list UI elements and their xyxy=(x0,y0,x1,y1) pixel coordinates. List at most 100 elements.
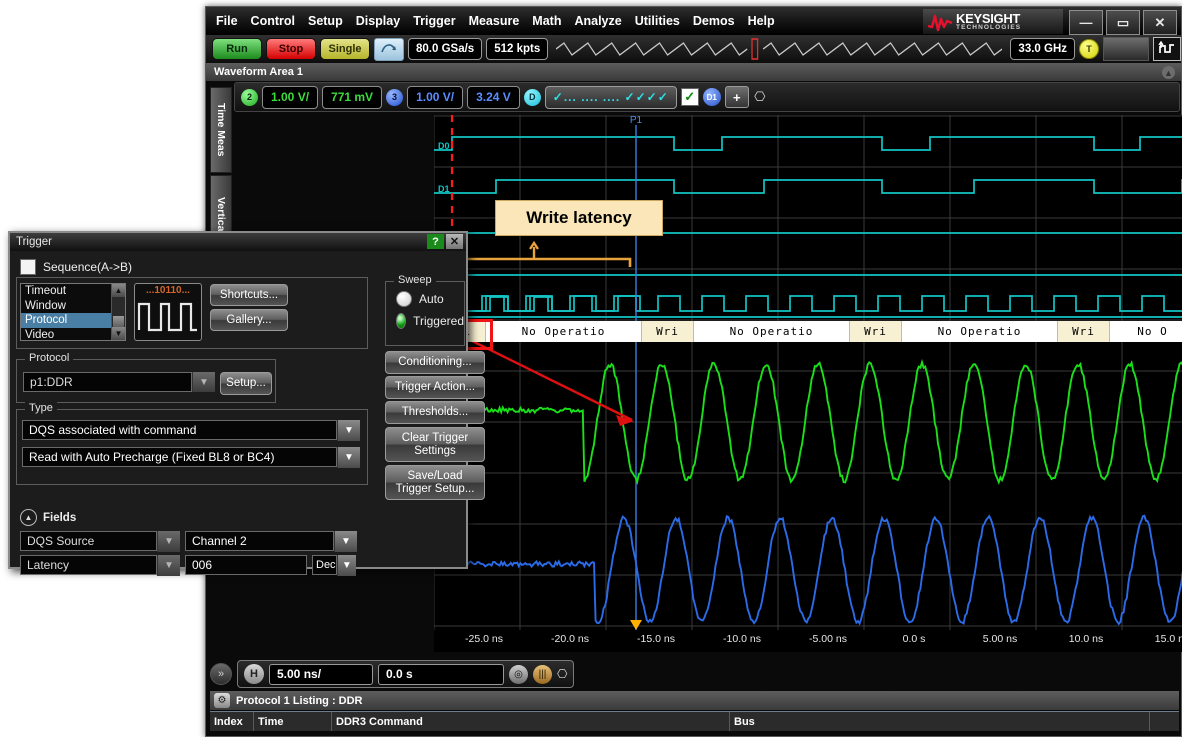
scroll-down-arrow[interactable]: ▼ xyxy=(112,327,125,340)
field-value-input-2[interactable]: 006 xyxy=(185,555,307,576)
chevron-down-icon[interactable]: ▼ xyxy=(192,372,215,392)
zoom-icon[interactable]: ◎ xyxy=(509,665,528,684)
menu-item-file[interactable]: File xyxy=(216,14,238,28)
digital-pattern-field[interactable]: ✓... .... .... ✓✓✓✓ xyxy=(545,86,677,109)
field-value-select-1[interactable]: Channel 2 ▼ xyxy=(185,531,357,552)
segment-icon[interactable]: ||| xyxy=(533,665,552,684)
delay-field[interactable]: 0.0 s xyxy=(378,664,504,685)
add-channel-button[interactable]: + xyxy=(725,86,749,108)
clear-trigger-settings-button[interactable]: Clear Trigger Settings xyxy=(385,427,485,462)
field-name-1[interactable]: DQS Source xyxy=(20,531,157,551)
field-name-select-2[interactable]: Latency ▼ xyxy=(20,555,180,576)
protocol-decode-row[interactable]: WriNo OperatioWriNo OperatioWriNo Operat… xyxy=(434,321,1182,342)
list-item-protocol[interactable]: Protocol xyxy=(21,313,125,328)
field-radix-2[interactable]: Dec xyxy=(312,555,337,575)
gear-icon[interactable]: ⚙ xyxy=(214,693,230,708)
channel-3-indicator[interactable]: 3 xyxy=(386,89,403,106)
radio-triggered[interactable] xyxy=(396,313,406,329)
type-value-1[interactable]: DQS associated with command xyxy=(22,420,337,440)
horizontal-icon[interactable]: H xyxy=(244,664,264,684)
protocol-cell[interactable]: No O xyxy=(1110,321,1182,342)
sample-rate-field[interactable]: 80.0 GSa/s xyxy=(408,38,482,60)
channel-2-scale-field[interactable]: 1.00 V/ xyxy=(262,86,318,109)
trigger-preview[interactable] xyxy=(1103,37,1149,61)
stop-button[interactable]: Stop xyxy=(266,38,316,60)
chevron-down-icon[interactable]: ▼ xyxy=(334,531,357,552)
channel-3-scale-field[interactable]: 1.00 V/ xyxy=(407,86,463,109)
bandwidth-field[interactable]: 33.0 GHz xyxy=(1010,38,1075,60)
chevron-down-icon[interactable]: ▼ xyxy=(337,555,356,576)
protocol-setup-button[interactable]: Setup... xyxy=(220,372,272,395)
digital-bus-d1-indicator[interactable]: D1 xyxy=(703,88,721,106)
protocol-cell[interactable]: No Operatio xyxy=(486,321,642,342)
list-item-timeout[interactable]: Timeout xyxy=(21,284,125,299)
dialog-close-button[interactable]: ✕ xyxy=(446,234,463,249)
chevron-down-icon[interactable]: ▼ xyxy=(157,531,180,552)
menu-item-math[interactable]: Math xyxy=(532,14,561,28)
trigger-dialog-titlebar[interactable]: Trigger ? ✕ xyxy=(10,233,466,251)
menu-item-analyze[interactable]: Analyze xyxy=(574,14,621,28)
run-button[interactable]: Run xyxy=(212,38,262,60)
column-header-index[interactable]: Index xyxy=(210,712,254,731)
channel-3-offset-field[interactable]: 3.24 V xyxy=(467,86,520,109)
protocol-cell[interactable]: Wri xyxy=(642,321,694,342)
type-value-2[interactable]: Read with Auto Precharge (Fixed BL8 or B… xyxy=(22,447,337,467)
conditioning-button[interactable]: Conditioning... xyxy=(385,351,485,374)
collapse-icon[interactable]: ▲ xyxy=(1162,66,1175,79)
protocol-cell[interactable]: No Operatio xyxy=(902,321,1058,342)
chevron-down-icon[interactable]: ▼ xyxy=(337,447,360,468)
chevron-up-icon[interactable]: ▲ xyxy=(20,509,37,526)
menu-item-trigger[interactable]: Trigger xyxy=(413,14,455,28)
type-select-2[interactable]: Read with Auto Precharge (Fixed BL8 or B… xyxy=(22,447,360,468)
minimize-button[interactable]: — xyxy=(1069,10,1103,35)
field-name-2[interactable]: Latency xyxy=(20,555,157,575)
protocol-cell[interactable]: Wri xyxy=(1058,321,1110,342)
chevron-down-icon[interactable]: ▼ xyxy=(337,420,360,441)
trigger-level-icon[interactable] xyxy=(1153,37,1181,61)
single-button[interactable]: Single xyxy=(320,38,370,60)
channel-2-offset-field[interactable]: 771 mV xyxy=(322,86,382,109)
protocol-cell[interactable]: No Operatio xyxy=(694,321,850,342)
sequence-checkbox[interactable] xyxy=(20,259,36,275)
column-header-time[interactable]: Time xyxy=(254,712,332,731)
column-header-command[interactable]: DDR3 Command xyxy=(332,712,730,731)
expand-toolbar-button[interactable]: » xyxy=(210,663,232,685)
chevron-down-icon[interactable]: ▼ xyxy=(157,555,180,576)
field-value-2[interactable]: 006 xyxy=(185,555,307,575)
sweep-option-triggered[interactable]: Triggered xyxy=(396,313,464,329)
thresholds-button[interactable]: Thresholds... xyxy=(385,401,485,424)
menu-item-control[interactable]: Control xyxy=(251,14,295,28)
shortcuts-button[interactable]: Shortcuts... xyxy=(210,284,288,306)
field-value-1[interactable]: Channel 2 xyxy=(185,531,334,551)
list-scrollbar[interactable]: ▲ ▼ xyxy=(111,284,125,340)
memory-depth-field[interactable]: 512 kpts xyxy=(486,38,548,60)
protocol-cell[interactable]: Wri xyxy=(850,321,902,342)
menu-item-utilities[interactable]: Utilities xyxy=(635,14,680,28)
field-name-select-1[interactable]: DQS Source ▼ xyxy=(20,531,180,552)
field-radix-select-2[interactable]: Dec ▼ xyxy=(312,555,356,576)
pin-icon[interactable]: ⎔ xyxy=(557,667,567,681)
digital-channel-indicator[interactable]: D xyxy=(524,89,541,106)
fields-section-header[interactable]: ▲ Fields xyxy=(20,509,76,526)
tab-time-meas[interactable]: Time Meas xyxy=(210,87,232,173)
waveform-plot[interactable]: P1 DQS DQ D0 D1 Write latency WriNo Oper… xyxy=(434,115,1182,630)
protocol-value[interactable]: p1:DDR xyxy=(23,372,192,392)
column-header-bus[interactable]: Bus xyxy=(730,712,1150,731)
scroll-up-arrow[interactable]: ▲ xyxy=(112,284,125,297)
pin-icon[interactable]: ⎔ xyxy=(753,88,767,106)
sweep-option-auto[interactable]: Auto xyxy=(396,291,464,307)
autoscale-icon[interactable] xyxy=(374,38,404,61)
menu-item-demos[interactable]: Demos xyxy=(693,14,735,28)
channel-2-indicator[interactable]: 2 xyxy=(241,89,258,106)
gallery-button[interactable]: Gallery... xyxy=(210,309,288,331)
menu-item-help[interactable]: Help xyxy=(748,14,775,28)
list-item-window[interactable]: Window xyxy=(21,299,125,314)
menu-item-setup[interactable]: Setup xyxy=(308,14,343,28)
acquisition-overview[interactable] xyxy=(556,38,1002,60)
menu-item-display[interactable]: Display xyxy=(356,14,400,28)
type-select-1[interactable]: DQS associated with command ▼ xyxy=(22,420,360,441)
trigger-action-button[interactable]: Trigger Action... xyxy=(385,376,485,399)
time-per-division-field[interactable]: 5.00 ns/ xyxy=(269,664,373,685)
list-item-video[interactable]: Video xyxy=(21,328,125,342)
menu-item-measure[interactable]: Measure xyxy=(469,14,520,28)
